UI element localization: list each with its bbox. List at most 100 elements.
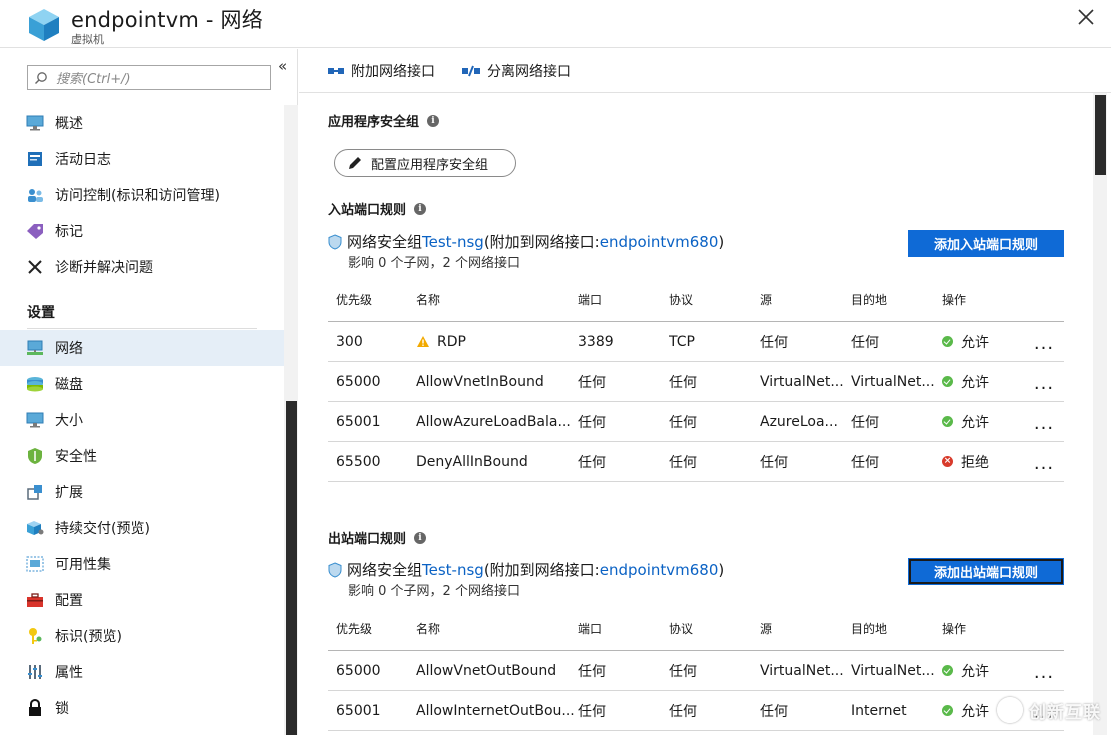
cell-destination: 任何 [851, 414, 879, 431]
cell-port: 任何 [578, 703, 606, 720]
toolbox-icon [26, 591, 44, 609]
more-options-button[interactable]: ... [1024, 415, 1064, 429]
table-row[interactable]: 300 RDP 3389 TCP 任何 任何 允许 ... [328, 322, 1064, 362]
inbound-heading-text: 入站端口规则 [328, 203, 407, 218]
sidebar-item-disks[interactable]: 磁盘 [0, 366, 284, 402]
outbound-nsg-line: 网络安全组 Test-nsg (附加到网络接口: endpointvm680 ) [328, 559, 724, 580]
sidebar-item-label: 标识(预览) [55, 629, 122, 645]
table-header: 优先级 名称 端口 协议 源 目的地 操作 [328, 607, 1064, 651]
sidebar-item-networking[interactable]: 网络 [0, 330, 284, 366]
col-protocol[interactable]: 协议 [669, 620, 760, 637]
cell-source: 任何 [760, 454, 788, 471]
nsg-link[interactable]: Test-nsg [422, 561, 484, 579]
col-name[interactable]: 名称 [416, 620, 578, 637]
sidebar-item-identity[interactable]: 标识(预览) [0, 618, 284, 654]
sidebar-item-size[interactable]: 大小 [0, 402, 284, 438]
more-options-button[interactable]: ... [1024, 335, 1064, 349]
collapse-sidebar-button[interactable]: « [278, 57, 287, 75]
outbound-heading-text: 出站端口规则 [328, 532, 407, 547]
cell-action: 允许 [942, 412, 1024, 432]
search-icon [35, 71, 47, 84]
blade-header: endpointvm - 网络 虚拟机 [0, 0, 1111, 48]
main-scrollbar-thumb[interactable] [1095, 95, 1106, 175]
rule-name: RDP [437, 333, 466, 350]
monitor-icon [26, 411, 44, 429]
cell-source: 任何 [760, 703, 788, 720]
more-options-button[interactable]: ... [1024, 664, 1064, 678]
people-icon [26, 186, 44, 204]
cell-source: VirtualNet... [760, 373, 844, 390]
col-priority[interactable]: 优先级 [328, 620, 416, 637]
cell-source: AzureLoa... [760, 413, 838, 430]
col-port[interactable]: 端口 [578, 291, 669, 308]
sidebar-item-extensions[interactable]: 扩展 [0, 474, 284, 510]
info-icon[interactable]: i [427, 114, 440, 127]
configure-asg-button[interactable]: 配置应用程序安全组 [334, 149, 516, 177]
wrench-icon [26, 258, 44, 276]
sidebar-item-access-control[interactable]: 访问控制(标识和访问管理) [0, 177, 284, 213]
more-options-button[interactable]: ... [1024, 375, 1064, 389]
nsg-link[interactable]: Test-nsg [422, 233, 484, 251]
table-row[interactable]: 65500 DenyAllInBound 任何 任何 任何 任何 × 拒绝 ... [328, 442, 1064, 482]
col-action[interactable]: 操作 [942, 291, 1024, 308]
table-row[interactable]: 65000 AllowVnetOutBound 任何 任何 VirtualNet… [328, 651, 1064, 691]
disk-icon [26, 375, 44, 393]
nic-link[interactable]: endpointvm680 [600, 233, 719, 251]
monitor-icon [26, 114, 44, 132]
allow-check-icon [942, 665, 953, 676]
cube-icon [26, 519, 44, 537]
attach-network-interface-button[interactable]: 附加网络接口 [327, 61, 435, 81]
nsg-prefix: 网络安全组 [347, 233, 423, 251]
sidebar-item-overview[interactable]: 概述 [0, 105, 284, 141]
sidebar-item-availability-set[interactable]: 可用性集 [0, 546, 284, 582]
detach-network-icon [462, 65, 480, 77]
sidebar-item-properties[interactable]: 属性 [0, 654, 284, 690]
inbound-heading: 入站端口规则 i [328, 199, 427, 218]
sidebar-item-label: 大小 [55, 413, 83, 429]
detach-network-interface-button[interactable]: 分离网络接口 [461, 61, 571, 81]
sidebar-item-locks[interactable]: 锁 [0, 690, 284, 726]
rule-name: AllowAzureLoadBala... [416, 413, 571, 430]
cell-port: 3389 [578, 333, 614, 350]
sidebar-item-diagnose[interactable]: 诊断并解决问题 [0, 249, 284, 285]
cell-priority: 65001 [336, 702, 381, 719]
action-text: 拒绝 [961, 454, 989, 471]
more-options-button[interactable]: ... [1024, 455, 1064, 469]
sidebar-item-label: 安全性 [55, 449, 97, 465]
add-inbound-rule-button[interactable]: 添加入站端口规则 [908, 230, 1064, 257]
search-input[interactable]: 搜索(Ctrl+/) [27, 65, 271, 90]
action-text: 允许 [961, 334, 989, 351]
asg-heading-text: 应用程序安全组 [328, 115, 420, 130]
main-scrollbar-track[interactable] [1093, 93, 1107, 735]
sidebar-item-label: 磁盘 [55, 377, 83, 393]
col-priority[interactable]: 优先级 [328, 291, 416, 308]
sidebar-item-label: 活动日志 [55, 152, 111, 168]
info-icon[interactable]: i [414, 531, 427, 544]
table-row[interactable]: 65001 AllowAzureLoadBala... 任何 任何 AzureL… [328, 402, 1064, 442]
table-row[interactable]: 65001 AllowInternetOutBou... 任何 任何 任何 In… [328, 691, 1064, 731]
sidebar-item-continuous-delivery[interactable]: 持续交付(预览) [0, 510, 284, 546]
col-destination[interactable]: 目的地 [851, 291, 942, 308]
allow-check-icon [942, 416, 953, 427]
sidebar-item-security[interactable]: 安全性 [0, 438, 284, 474]
col-name[interactable]: 名称 [416, 291, 578, 308]
col-source[interactable]: 源 [760, 620, 851, 637]
nsg-prefix: 网络安全组 [347, 561, 423, 579]
col-port[interactable]: 端口 [578, 620, 669, 637]
close-icon[interactable] [1075, 6, 1097, 28]
cell-priority: 65000 [336, 662, 381, 679]
sidebar-scrollbar-thumb[interactable] [286, 401, 297, 735]
col-protocol[interactable]: 协议 [669, 291, 760, 308]
col-destination[interactable]: 目的地 [851, 620, 942, 637]
sidebar-item-configuration[interactable]: 配置 [0, 582, 284, 618]
add-outbound-rule-button[interactable]: 添加出站端口规则 [908, 558, 1064, 585]
nic-link[interactable]: endpointvm680 [600, 561, 719, 579]
col-action[interactable]: 操作 [942, 620, 1024, 637]
sidebar-item-activity-log[interactable]: 活动日志 [0, 141, 284, 177]
info-icon[interactable]: i [414, 202, 427, 215]
sidebar-item-tags[interactable]: 标记 [0, 213, 284, 249]
cell-source: 任何 [760, 334, 788, 351]
table-row[interactable]: 65000 AllowVnetInBound 任何 任何 VirtualNet.… [328, 362, 1064, 402]
action-text: 允许 [961, 663, 989, 680]
col-source[interactable]: 源 [760, 291, 851, 308]
